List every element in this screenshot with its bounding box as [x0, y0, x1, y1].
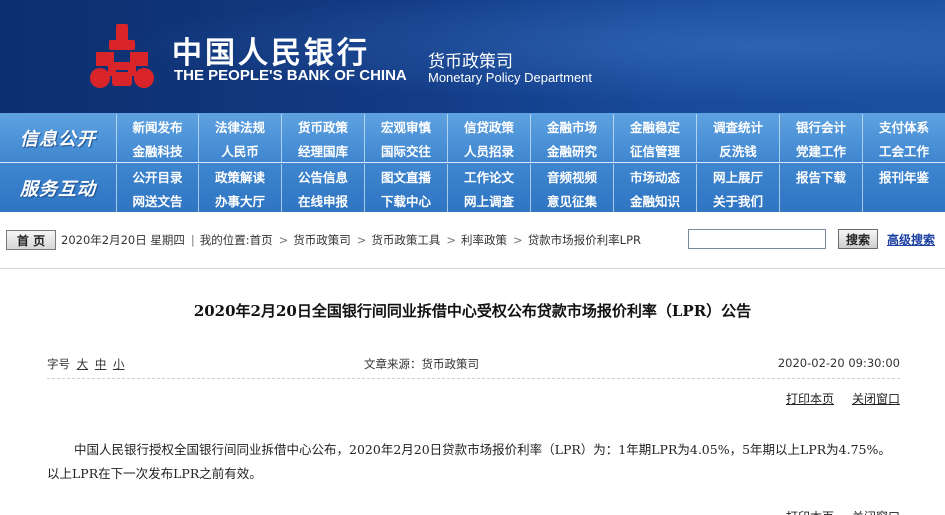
- chevron-right-icon: >: [513, 233, 523, 247]
- nav-section-label: 信息公开: [20, 128, 96, 150]
- nav-item[interactable]: 反洗钱: [697, 138, 780, 162]
- location-label: 我的位置:: [199, 233, 250, 247]
- breadcrumb-lpr[interactable]: 贷款市场报价利率LPR: [528, 232, 641, 248]
- advanced-search-link[interactable]: 高级搜索: [887, 231, 935, 248]
- search-input[interactable]: [688, 229, 826, 249]
- bank-name-en: THE PEOPLE'S BANK OF CHINA: [174, 67, 407, 84]
- home-button[interactable]: 首 页: [6, 230, 56, 250]
- main-navigation: 信息公开 新闻发布 法律法规 货币政策 宏观审慎 信贷政策 金融市场 金融稳定 …: [0, 113, 945, 212]
- breadcrumb-interest-rate-policy[interactable]: 利率政策: [461, 232, 507, 248]
- nav-item[interactable]: 金融稳定: [614, 114, 697, 138]
- nav-item[interactable]: 支付体系: [863, 114, 945, 138]
- breadcrumb-home[interactable]: 首页: [250, 232, 273, 248]
- nav-section-info-disclosure: 信息公开 新闻发布 法律法规 货币政策 宏观审慎 信贷政策 金融市场 金融稳定 …: [0, 113, 945, 162]
- close-window-link[interactable]: 关闭窗口: [852, 508, 900, 515]
- nav-item[interactable]: 工作论文: [448, 164, 531, 188]
- nav-item[interactable]: 下载中心: [365, 188, 448, 212]
- nav-item[interactable]: 货币政策: [282, 114, 365, 138]
- search-button[interactable]: 搜索: [838, 229, 878, 249]
- nav-item[interactable]: 图文直播: [365, 164, 448, 188]
- nav-item[interactable]: 金融知识: [614, 188, 697, 212]
- nav-item[interactable]: 网上调查: [448, 188, 531, 212]
- nav-item[interactable]: 党建工作: [780, 138, 863, 162]
- nav-item[interactable]: 网送文告: [116, 188, 199, 212]
- nav-row: 新闻发布 法律法规 货币政策 宏观审慎 信贷政策 金融市场 金融稳定 调查统计 …: [116, 114, 945, 138]
- nav-grid: 公开目录 政策解读 公告信息 图文直播 工作论文 音频视频 市场动态 网上展厅 …: [116, 163, 945, 212]
- pboc-logo-icon[interactable]: [86, 22, 158, 90]
- nav-item[interactable]: 国际交往: [365, 138, 448, 162]
- nav-row: 金融科技 人民币 经理国库 国际交往 人员招录 金融研究 征信管理 反洗钱 党建…: [116, 138, 945, 162]
- nav-item[interactable]: 网上展厅: [697, 164, 780, 188]
- chevron-right-icon: >: [278, 233, 289, 247]
- nav-item[interactable]: 调查统计: [697, 114, 780, 138]
- close-window-link[interactable]: 关闭窗口: [852, 390, 900, 407]
- nav-item[interactable]: 人员招录: [448, 138, 531, 162]
- nav-row: 公开目录 政策解读 公告信息 图文直播 工作论文 音频视频 市场动态 网上展厅 …: [116, 164, 945, 188]
- article-tools-top: 打印本页 关闭窗口: [47, 390, 900, 406]
- article: 2020年2月20日全国银行间同业拆借中心受权公布贷款市场报价利率（LPR）公告…: [0, 270, 945, 515]
- article-title: 2020年2月20日全国银行间同业拆借中心受权公布贷款市场报价利率（LPR）公告: [193, 302, 752, 320]
- nav-item[interactable]: 新闻发布: [116, 114, 199, 138]
- print-page-link[interactable]: 打印本页: [786, 390, 834, 407]
- nav-section-service-interaction: 服务互动 公开目录 政策解读 公告信息 图文直播 工作论文 音频视频 市场动态 …: [0, 163, 945, 212]
- font-size-small-link[interactable]: 小: [113, 357, 125, 371]
- breadcrumb: 2020年2月20日 星期四 | 我的位置: 首页 > 货币政策司 > 货币政策…: [61, 232, 641, 248]
- nav-item[interactable]: 宏观审慎: [365, 114, 448, 138]
- nav-item[interactable]: 信贷政策: [448, 114, 531, 138]
- nav-item[interactable]: 在线申报: [282, 188, 365, 212]
- nav-item[interactable]: 工会工作: [863, 138, 945, 162]
- nav-item[interactable]: 金融科技: [116, 138, 199, 162]
- chevron-right-icon: >: [356, 233, 367, 247]
- nav-item[interactable]: 政策解读: [199, 164, 282, 188]
- article-date: 2020-02-20 09:30:00: [777, 356, 900, 370]
- nav-item[interactable]: 征信管理: [614, 138, 697, 162]
- font-size-medium-link[interactable]: 中: [95, 357, 107, 371]
- nav-item[interactable]: 公告信息: [282, 164, 365, 188]
- nav-item[interactable]: 市场动态: [614, 164, 697, 188]
- nav-row: 网送文告 办事大厅 在线申报 下载中心 网上调查 意见征集 金融知识 关于我们: [116, 188, 945, 212]
- article-meta: 字号 大 中 小 文章来源：货币政策司 2020-02-20 09:30:00: [47, 356, 900, 372]
- nav-item[interactable]: 银行会计: [780, 114, 863, 138]
- breadcrumb-policy-tools[interactable]: 货币政策工具: [371, 232, 440, 248]
- nav-item[interactable]: 音频视频: [531, 164, 614, 188]
- font-size-large-link[interactable]: 大: [77, 357, 89, 371]
- nav-item[interactable]: 经理国库: [282, 138, 365, 162]
- nav-item-empty: [863, 188, 945, 212]
- nav-item[interactable]: 法律法规: [199, 114, 282, 138]
- department-name-cn: 货币政策司: [428, 52, 513, 72]
- nav-section-label: 服务互动: [20, 178, 96, 200]
- site-header: 中国人民银行 THE PEOPLE'S BANK OF CHINA 货币政策司 …: [0, 0, 945, 113]
- chevron-right-icon: >: [446, 233, 457, 247]
- article-body: 中国人民银行授权全国银行间同业拆借中心公布，2020年2月20日贷款市场报价利率…: [47, 442, 891, 481]
- nav-item[interactable]: 报告下载: [780, 164, 863, 188]
- nav-item[interactable]: 报刊年鉴: [863, 164, 945, 188]
- print-page-link[interactable]: 打印本页: [786, 508, 834, 515]
- breadcrumb-monetary-policy-dept[interactable]: 货币政策司: [293, 232, 351, 248]
- nav-item[interactable]: 金融市场: [531, 114, 614, 138]
- current-date: 2020年2月20日 星期四: [61, 233, 185, 247]
- meta-divider: [47, 378, 900, 379]
- nav-item[interactable]: 意见征集: [531, 188, 614, 212]
- nav-item[interactable]: 人民币: [199, 138, 282, 162]
- nav-item[interactable]: 公开目录: [116, 164, 199, 188]
- article-source: 文章来源：货币政策司: [364, 357, 479, 371]
- nav-grid: 新闻发布 法律法规 货币政策 宏观审慎 信贷政策 金融市场 金融稳定 调查统计 …: [116, 113, 945, 162]
- bank-name-cn: 中国人民银行: [172, 36, 370, 71]
- nav-item[interactable]: 金融研究: [531, 138, 614, 162]
- nav-item[interactable]: 关于我们: [697, 188, 780, 212]
- breadcrumb-separator: |: [190, 233, 195, 247]
- nav-item-empty: [780, 188, 863, 212]
- article-tools-bottom: 打印本页 关闭窗口: [47, 508, 900, 515]
- nav-item[interactable]: 办事大厅: [199, 188, 282, 212]
- font-size-label: 字号: [47, 357, 70, 371]
- font-size-control: 字号 大 中 小: [47, 356, 124, 372]
- department-name-en: Monetary Policy Department: [428, 70, 593, 85]
